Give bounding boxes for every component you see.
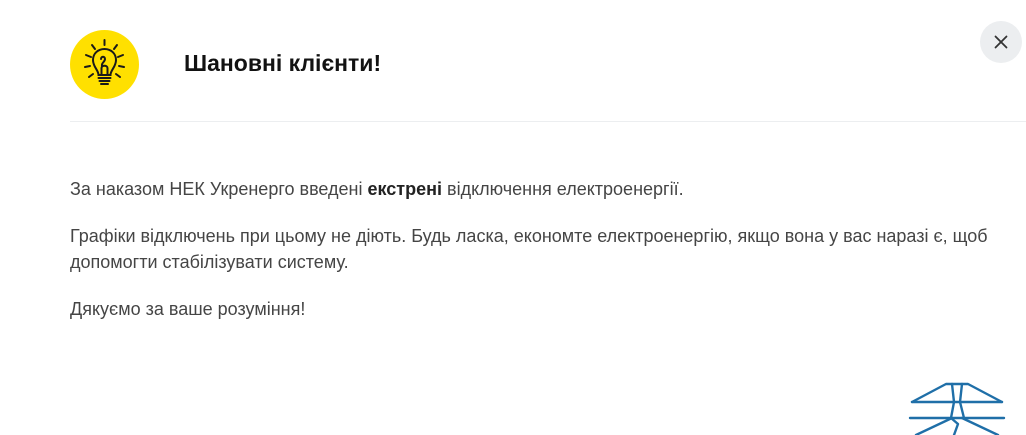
thanks-paragraph: Дякуємо за ваше розуміння! (70, 299, 306, 319)
schedule-notice-paragraph: Графіки відключень при цьому не діють. Б… (70, 226, 988, 272)
notice-emphasis: екстрені (367, 179, 443, 199)
close-icon (994, 35, 1008, 49)
notice-text-start: За наказом НЕК Укренерго введені (70, 179, 368, 199)
emergency-outage-dialog: Шановні клієнти! За наказом НЕК Укренерг… (0, 0, 1026, 435)
close-button[interactable] (980, 21, 1022, 63)
dialog-title: Шановні клієнти! (184, 50, 382, 76)
dialog-body: За наказом НЕК Укренерго введені екстрен… (70, 176, 1010, 343)
lightbulb-icon (70, 30, 139, 99)
power-pylon-logo-icon (906, 380, 1006, 435)
notice-text-end: відключення електроенергії. (442, 179, 684, 199)
dialog-header: Шановні клієнти! (70, 0, 1026, 122)
outage-notice-paragraph: За наказом НЕК Укренерго введені екстрен… (70, 176, 1010, 202)
